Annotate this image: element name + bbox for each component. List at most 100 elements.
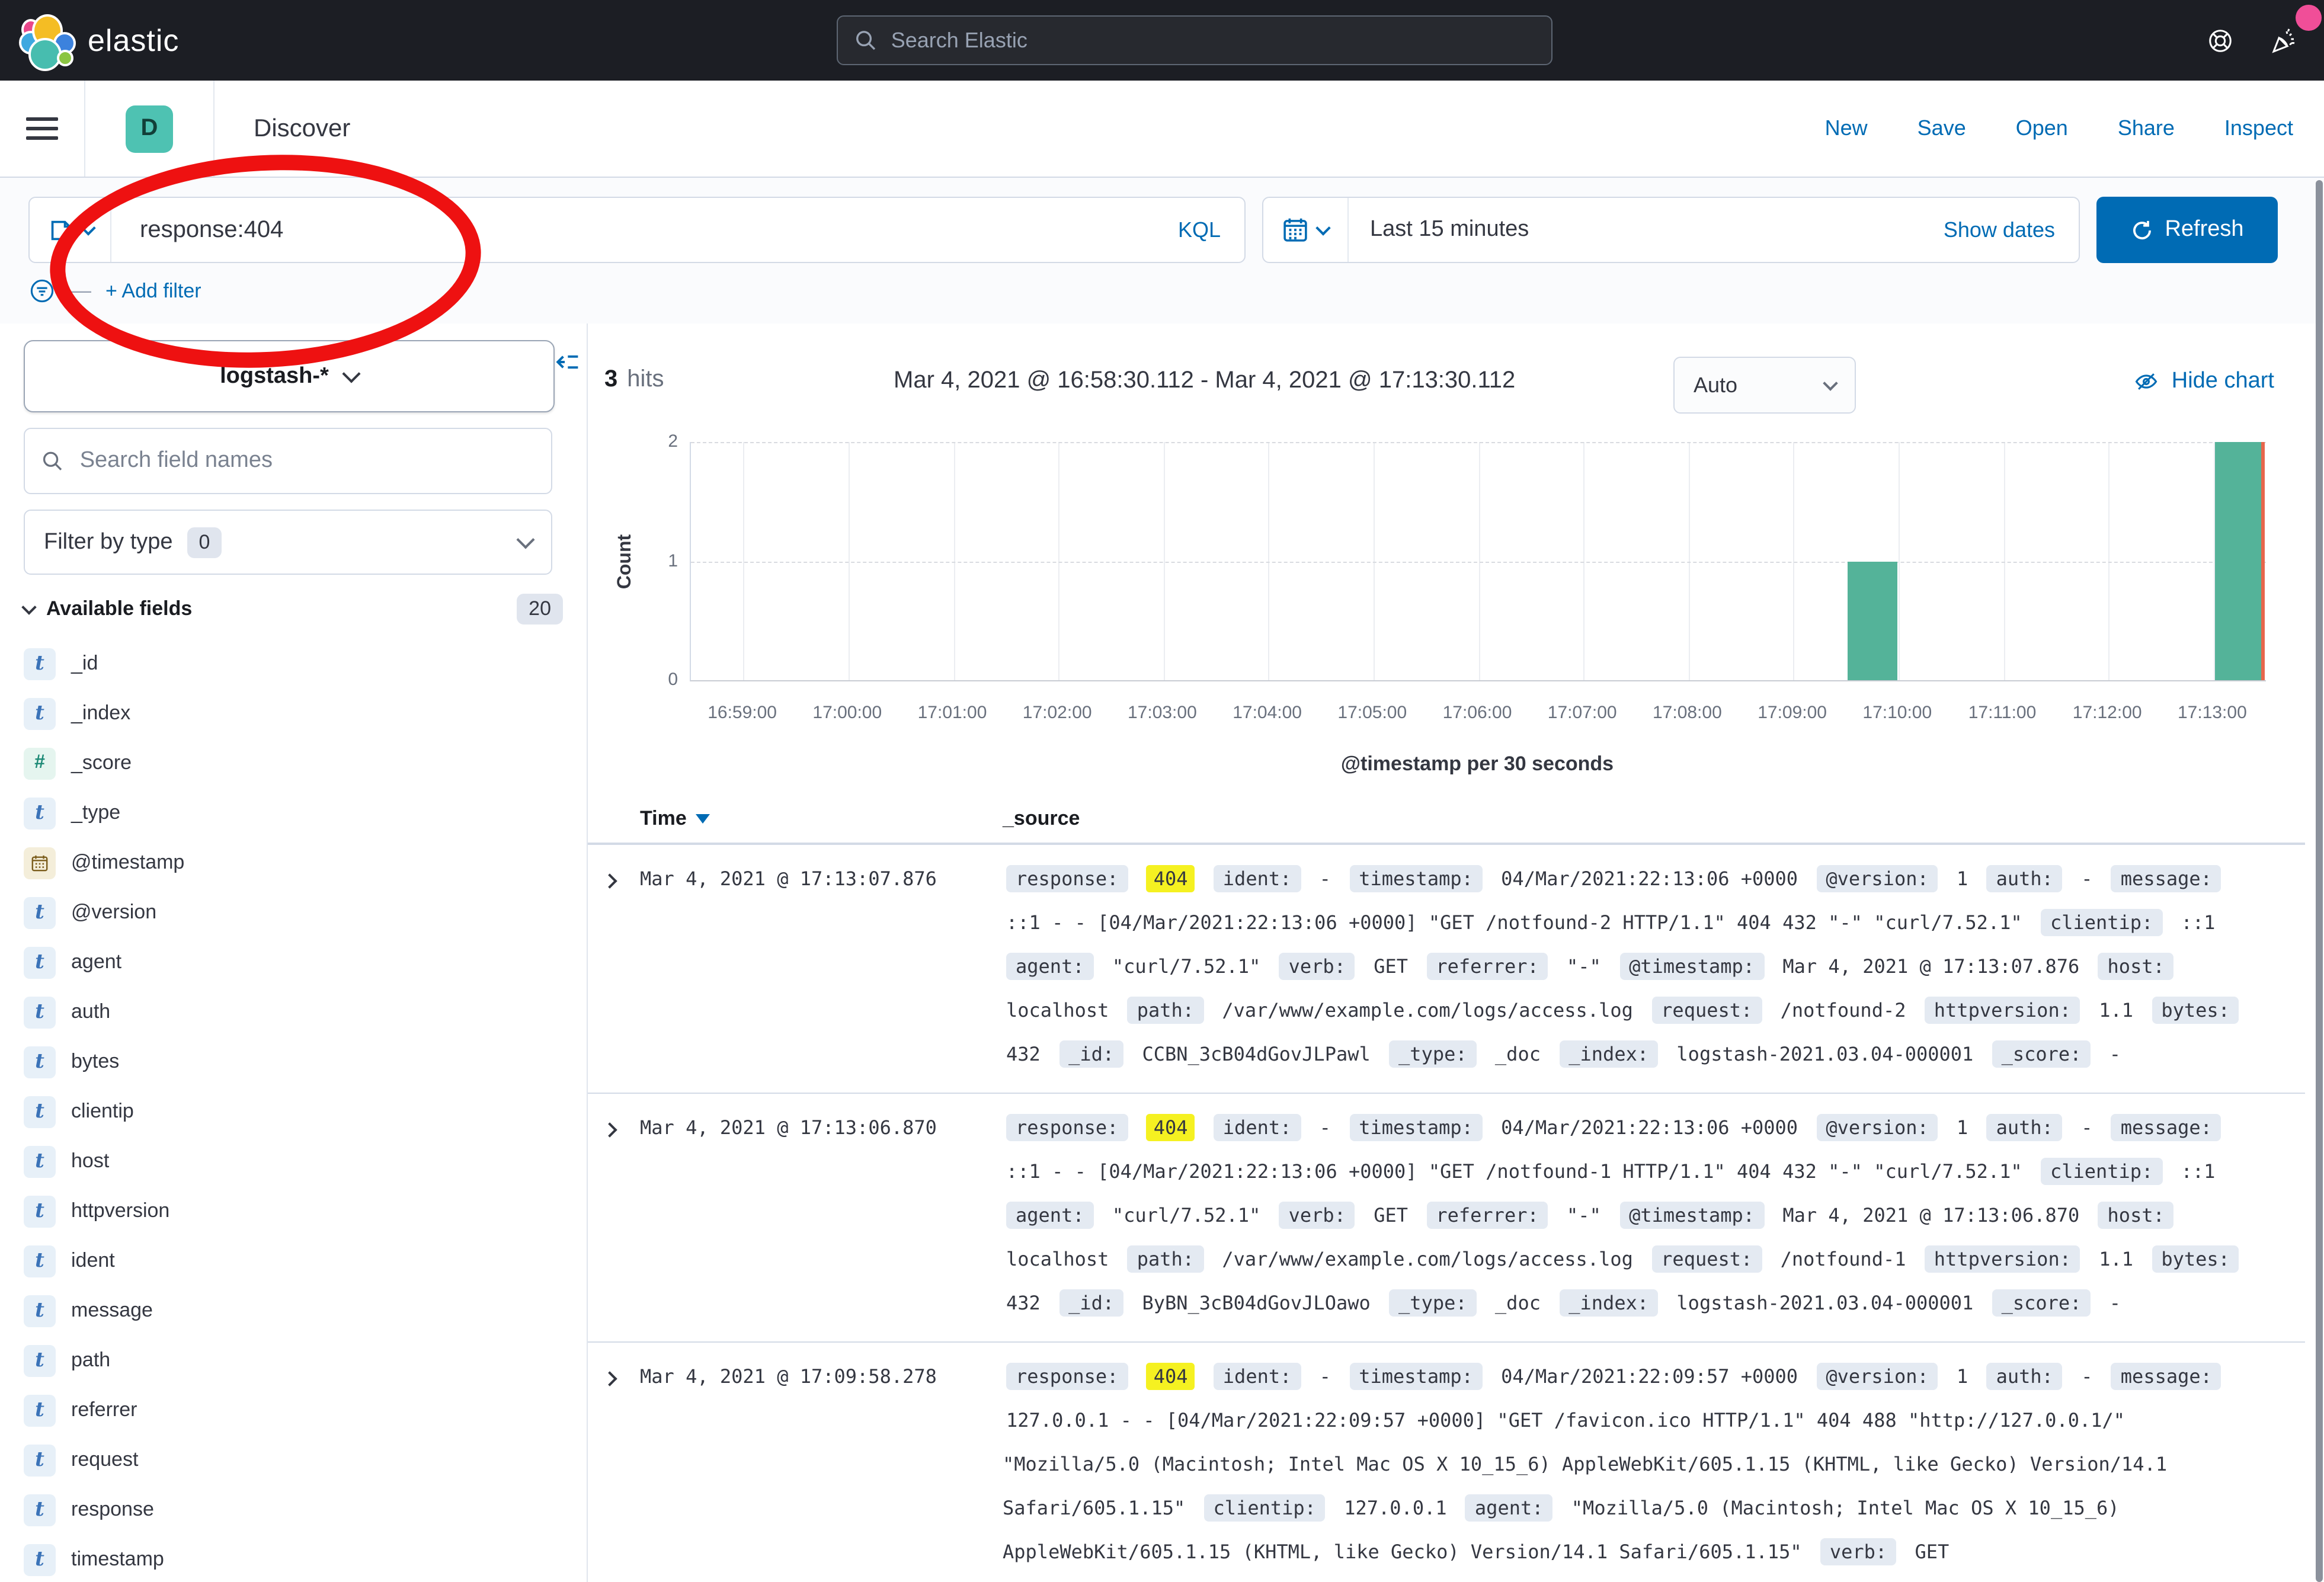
query-language-button[interactable]: KQL	[1154, 217, 1244, 242]
query-input[interactable]	[137, 215, 1154, 245]
refresh-button[interactable]: Refresh	[2096, 197, 2278, 263]
field-item-ident[interactable]: tident	[24, 1236, 563, 1286]
field-key: ident:	[1214, 1363, 1301, 1390]
collapse-sidebar-icon[interactable]	[555, 350, 580, 374]
index-pattern-select[interactable]: logstash-*	[24, 340, 555, 412]
filter-by-type-select[interactable]: Filter by type 0	[24, 510, 552, 575]
divider	[213, 81, 215, 177]
field-key: timestamp:	[1349, 1363, 1483, 1390]
row-source[interactable]: response: 404 ident: - timestamp: 04/Mar…	[1003, 1354, 2305, 1574]
expand-row-icon[interactable]	[604, 1354, 640, 1574]
field-item-id[interactable]: t_id	[24, 639, 563, 688]
field-item-path[interactable]: tpath	[24, 1336, 563, 1385]
field-key: agent:	[1465, 1494, 1553, 1522]
date-picker-menu-button[interactable]	[1263, 198, 1349, 262]
time-range-value[interactable]: Last 15 minutes	[1370, 217, 1944, 243]
elastic-logo[interactable]: elastic	[19, 13, 179, 68]
expand-row-icon[interactable]	[604, 1106, 640, 1325]
field-item-score[interactable]: #_score	[24, 738, 563, 788]
field-key: path:	[1128, 1245, 1203, 1273]
field-item-auth[interactable]: tauth	[24, 987, 563, 1037]
field-item-message[interactable]: t message	[24, 1286, 563, 1336]
field-key: host:	[2098, 1202, 2174, 1229]
text-type-icon: t	[24, 1295, 56, 1327]
documents-table: Time _source Mar 4, 2021 @ 17:13:07.876r…	[588, 795, 2305, 1582]
field-value: 1	[1957, 1365, 1968, 1388]
filter-icon[interactable]	[28, 277, 56, 305]
text-type-icon: t	[24, 1543, 56, 1575]
column-header-source[interactable]: _source	[1003, 807, 2305, 831]
row-source[interactable]: response: 404 ident: - timestamp: 04/Mar…	[1003, 857, 2305, 1076]
field-item-request[interactable]: trequest	[24, 1435, 563, 1485]
text-type-icon: t	[24, 996, 56, 1028]
field-value: 04/Mar/2021:22:09:57 +0000	[1501, 1365, 1798, 1388]
newsfeed-icon[interactable]	[2269, 26, 2298, 55]
scrollbar-thumb[interactable]	[2316, 180, 2323, 1582]
chevron-down-icon	[516, 530, 534, 549]
table-body: Mar 4, 2021 @ 17:13:07.876response: 404 …	[588, 845, 2305, 1582]
field-item-bytes[interactable]: tbytes	[24, 1037, 563, 1087]
field-value: 04/Mar/2021:22:13:06 +0000	[1501, 867, 1798, 890]
field-name: path	[71, 1349, 110, 1372]
discover-app: elastic D Discover NewSaveOpenShareInspe…	[0, 0, 2324, 1582]
histogram-chart[interactable]: Count @timestamp per 30 seconds 16:59:00…	[588, 437, 2324, 783]
add-filter-button[interactable]: + Add filter	[105, 279, 201, 303]
field-key: ident:	[1214, 1114, 1301, 1141]
field-value: CCBN_3cB04dGovJLPawl	[1142, 1043, 1370, 1065]
field-key: verb:	[1279, 953, 1355, 980]
text-type-icon: t	[24, 1145, 56, 1177]
nav-action-inspect[interactable]: Inspect	[2224, 116, 2293, 141]
field-item-version[interactable]: t@version	[24, 888, 563, 937]
row-time[interactable]: Mar 4, 2021 @ 17:13:06.870	[640, 1106, 1003, 1325]
text-type-icon: t	[24, 1245, 56, 1277]
nav-action-share[interactable]: Share	[2118, 116, 2175, 141]
show-dates-button[interactable]: Show dates	[1944, 217, 2079, 242]
field-key: auth:	[1987, 865, 2063, 892]
field-item-timestamp[interactable]: @timestamp	[24, 838, 563, 888]
field-value: _doc	[1495, 1292, 1541, 1314]
calendar-icon	[1282, 217, 1308, 243]
row-time[interactable]: Mar 4, 2021 @ 17:09:58.278	[640, 1354, 1003, 1574]
field-key: ident:	[1214, 865, 1301, 892]
app-badge[interactable]: D	[126, 105, 173, 152]
global-search-input[interactable]	[889, 27, 1535, 54]
hide-chart-button[interactable]: Hide chart	[2134, 369, 2274, 395]
field-value: 432	[1006, 1043, 1041, 1065]
field-item-clientip[interactable]: tclientip	[24, 1087, 563, 1136]
field-item-timestamp[interactable]: ttimestamp	[24, 1535, 563, 1582]
field-item-response[interactable]: tresponse	[24, 1485, 563, 1535]
nav-action-save[interactable]: Save	[1918, 116, 1966, 141]
histogram-bar[interactable]	[2214, 442, 2265, 680]
field-item-host[interactable]: thost	[24, 1136, 563, 1186]
grid-line-horizontal	[691, 561, 2266, 562]
number-type-icon: #	[24, 747, 56, 779]
field-item-type[interactable]: t_type	[24, 788, 563, 838]
field-name: message	[71, 1299, 153, 1322]
x-tick-label: 17:01:00	[918, 703, 987, 723]
row-time[interactable]: Mar 4, 2021 @ 17:13:07.876	[640, 857, 1003, 1076]
x-tick-label: 17:10:00	[1862, 703, 1932, 723]
field-search-input[interactable]	[78, 447, 534, 475]
available-fields-header[interactable]: Available fields 20	[24, 594, 563, 625]
expand-row-icon[interactable]	[604, 857, 640, 1076]
column-header-time[interactable]: Time	[640, 807, 1003, 831]
field-value: logstash-2021.03.04-000001	[1676, 1292, 1973, 1314]
global-search[interactable]	[837, 15, 1552, 65]
interval-select[interactable]: Auto	[1673, 357, 1856, 414]
field-item-httpversion[interactable]: thttpversion	[24, 1186, 563, 1236]
y-tick-label: 2	[607, 431, 678, 451]
menu-icon[interactable]	[26, 111, 58, 146]
nav-action-open[interactable]: Open	[2016, 116, 2068, 141]
field-key: clientip:	[1204, 1494, 1326, 1522]
help-icon[interactable]	[2207, 27, 2234, 54]
x-tick-label: 17:11:00	[1968, 703, 2037, 723]
histogram-bar[interactable]	[1847, 561, 1897, 680]
field-item-agent[interactable]: tagent	[24, 937, 563, 987]
field-item-referrer[interactable]: treferrer	[24, 1385, 563, 1435]
field-search[interactable]	[24, 428, 552, 494]
saved-query-menu-button[interactable]	[30, 198, 111, 262]
row-source[interactable]: response: 404 ident: - timestamp: 04/Mar…	[1003, 1106, 2305, 1325]
field-item-index[interactable]: t_index	[24, 688, 563, 738]
notification-dot	[2296, 5, 2322, 31]
nav-action-new[interactable]: New	[1825, 116, 1868, 141]
